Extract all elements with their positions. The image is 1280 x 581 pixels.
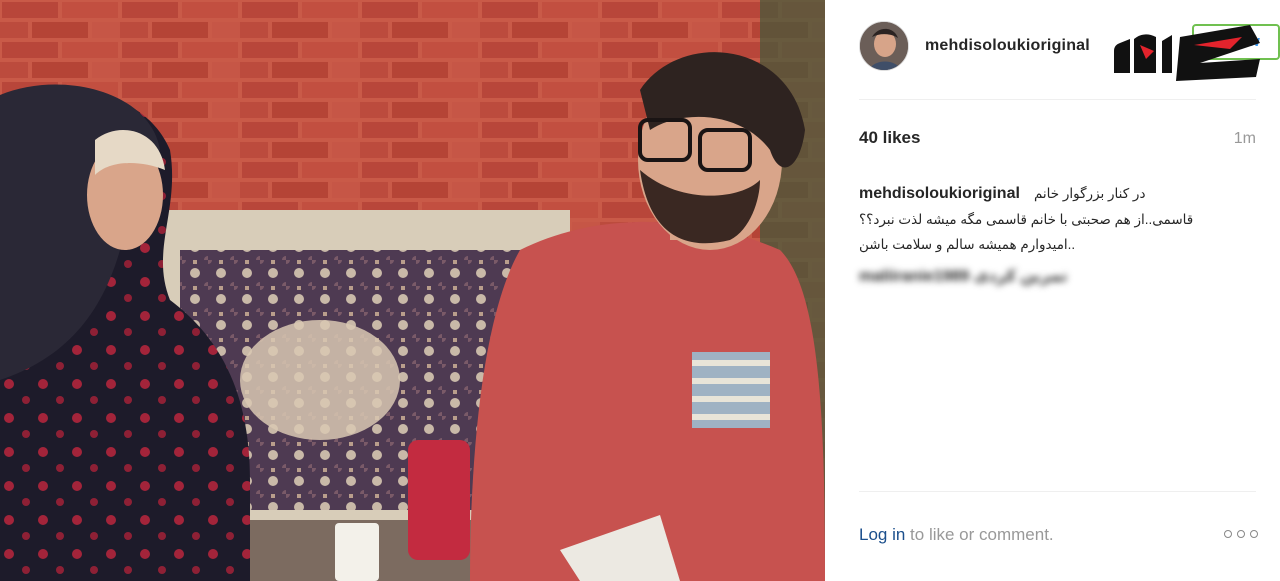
watermark-logo: [1114, 25, 1260, 81]
dot-icon: [1237, 530, 1245, 538]
post-details-panel: mehdisoloukioriginal Follow 40 likes 1m …: [825, 0, 1280, 581]
caption-username[interactable]: mehdisoloukioriginal: [859, 185, 1020, 202]
avatar-image: [860, 22, 908, 70]
post-caption: mehdisoloukioriginal در کنار بزرگوار خان…: [859, 181, 1259, 257]
caption-line-2: قاسمی..از هم صحبتی با خانم قاسمی مگه میش…: [859, 212, 1194, 227]
login-prompt: Log in to like or comment.: [859, 525, 1054, 545]
avatar[interactable]: [859, 21, 909, 71]
header-divider: [859, 99, 1256, 100]
photo-illustration: [0, 0, 825, 581]
login-link[interactable]: Log in: [859, 525, 905, 544]
more-options-icon[interactable]: [1224, 527, 1258, 541]
dot-icon: [1224, 530, 1232, 538]
post-time[interactable]: 1m: [1234, 130, 1256, 148]
caption-line-3: ..امیدوارم همیشه سالم و سلامت باشن: [859, 237, 1076, 252]
post-photo[interactable]: [0, 0, 825, 581]
blurred-comment: maliiranie1989 تمرین کردی: [859, 268, 1068, 285]
post-username[interactable]: mehdisoloukioriginal: [925, 37, 1090, 55]
caption-line-1: در کنار بزرگوار خانم: [1033, 186, 1146, 201]
login-prompt-text: to like or comment.: [905, 525, 1054, 544]
dot-icon: [1250, 530, 1258, 538]
footer-divider: [859, 491, 1256, 492]
likes-count[interactable]: 40 likes: [859, 128, 920, 148]
